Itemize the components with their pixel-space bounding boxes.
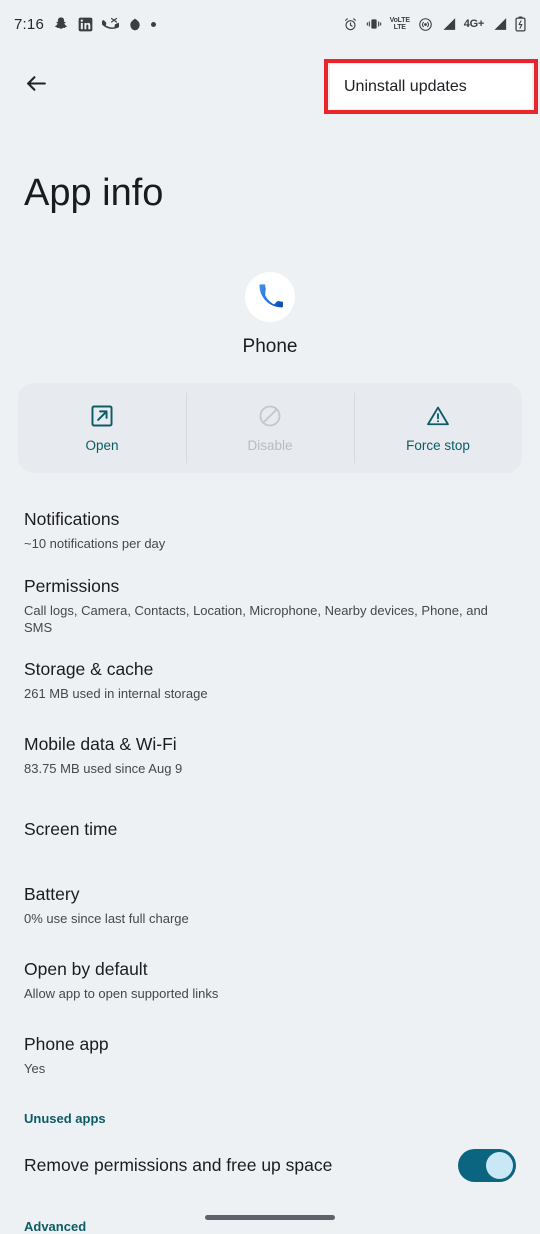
app-icon xyxy=(128,17,142,32)
force-stop-button-label: Force stop xyxy=(406,438,470,453)
hotspot-icon xyxy=(418,17,433,32)
open-button[interactable]: Open xyxy=(18,383,186,473)
block-circle-icon xyxy=(257,403,283,429)
external-link-icon xyxy=(89,403,115,429)
unused-apps-toggle-row[interactable]: Remove permissions and free up space xyxy=(0,1140,540,1190)
list-item-phone-app[interactable]: Phone app Yes xyxy=(0,1017,540,1092)
linkedin-icon xyxy=(78,17,93,32)
list-item-title: Open by default xyxy=(24,959,148,979)
volte-label-top: VoLTE xyxy=(389,17,410,24)
list-item-subtitle: ~10 notifications per day xyxy=(24,536,166,551)
list-item-title: Screen time xyxy=(24,819,118,839)
list-item-subtitle: 83.75 MB used since Aug 9 xyxy=(24,761,183,776)
force-stop-button[interactable]: Force stop xyxy=(354,383,522,473)
list-item-notifications[interactable]: Notifications ~10 notifications per day xyxy=(0,492,540,567)
page-title: App info xyxy=(24,172,164,214)
volte-label-bottom: LTE xyxy=(393,24,406,31)
battery-icon xyxy=(515,16,526,32)
warning-triangle-icon xyxy=(425,403,451,429)
advanced-section-header[interactable]: Advanced xyxy=(24,1219,86,1234)
annotation-highlight-box xyxy=(324,59,538,114)
volte-icon: VoLTE LTE xyxy=(390,17,410,31)
list-item-storage-cache[interactable]: Storage & cache 261 MB used in internal … xyxy=(0,642,540,717)
vibrate-icon xyxy=(366,17,382,31)
back-button[interactable] xyxy=(12,62,60,110)
list-item-mobile-data-wifi[interactable]: Mobile data & Wi-Fi 83.75 MB used since … xyxy=(0,717,540,792)
list-item-subtitle: Allow app to open supported links xyxy=(24,986,219,1001)
unused-apps-toggle-switch[interactable] xyxy=(458,1148,516,1182)
alarm-icon xyxy=(343,17,358,32)
list-item-subtitle: Yes xyxy=(24,1061,46,1076)
list-item-subtitle: 0% use since last full charge xyxy=(24,911,189,926)
gesture-nav-bar xyxy=(0,1215,540,1220)
unused-apps-toggle-label: Remove permissions and free up space xyxy=(24,1154,333,1175)
status-bar-clock: 7:16 xyxy=(14,15,44,33)
status-bar-left: 7:16 xyxy=(14,16,156,33)
disable-button: Disable xyxy=(186,383,354,473)
status-bar: 7:16 VoLTE LTE 4G+ xyxy=(0,0,540,48)
signal-icon-2 xyxy=(492,17,507,31)
back-arrow-icon xyxy=(24,71,49,101)
list-item-screen-time[interactable]: Screen time xyxy=(0,792,540,867)
toggle-knob xyxy=(486,1151,513,1179)
list-item-title: Storage & cache xyxy=(24,659,154,679)
app-name: Phone xyxy=(242,336,298,357)
disable-button-label: Disable xyxy=(247,438,293,453)
list-item-title: Battery xyxy=(24,884,80,904)
signal-icon xyxy=(441,17,456,31)
list-item-title: Phone app xyxy=(24,1034,109,1054)
list-item-title: Mobile data & Wi-Fi xyxy=(24,734,177,754)
list-item-subtitle: Call logs, Camera, Contacts, Location, M… xyxy=(24,602,488,635)
list-item-battery[interactable]: Battery 0% use since last full charge xyxy=(0,867,540,942)
network-type-label: 4G+ xyxy=(463,18,485,30)
list-item-title: Permissions xyxy=(24,575,120,596)
dot-indicator xyxy=(151,21,156,27)
settings-list: Notifications ~10 notifications per day … xyxy=(0,492,540,1092)
open-button-label: Open xyxy=(85,438,119,453)
app-header: Phone xyxy=(0,272,540,358)
snapchat-icon xyxy=(53,16,69,32)
status-bar-right: VoLTE LTE 4G+ xyxy=(343,16,526,32)
section-header-unused-apps: Unused apps xyxy=(24,1111,106,1126)
list-item-subtitle: 261 MB used in internal storage xyxy=(24,686,208,701)
phone-handset-icon xyxy=(245,272,295,322)
missed-call-icon xyxy=(102,16,119,33)
action-button-row: Open Disable Force stop xyxy=(18,383,522,473)
list-item-open-by-default[interactable]: Open by default Allow app to open suppor… xyxy=(0,942,540,1017)
home-gesture-pill[interactable] xyxy=(205,1215,335,1220)
list-item-permissions[interactable]: Permissions Call logs, Camera, Contacts,… xyxy=(0,567,540,642)
list-item-title: Notifications xyxy=(24,509,120,529)
